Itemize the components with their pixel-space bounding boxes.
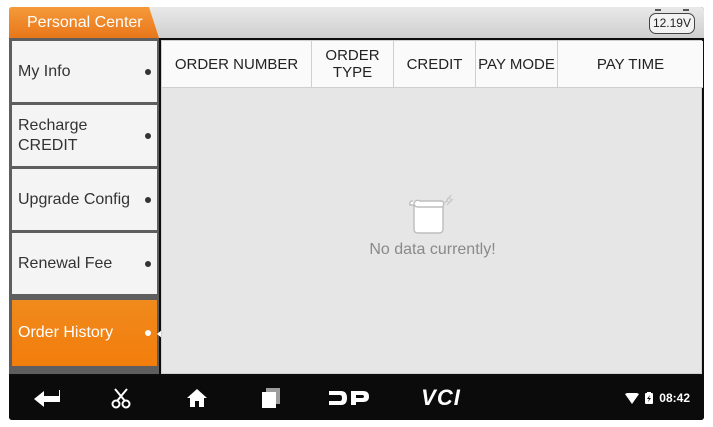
column-header-order-number: ORDER NUMBER: [162, 41, 312, 87]
wifi-icon: [625, 392, 640, 404]
sidebar-item-renewal-fee[interactable]: Renewal Fee: [12, 233, 157, 294]
battery-charging-icon: [645, 392, 654, 404]
column-header-credit: CREDIT: [394, 41, 476, 87]
sidebar-item-label: Recharge CREDIT: [18, 116, 88, 154]
bullet-icon: [145, 132, 151, 139]
screenshot-button[interactable]: [103, 376, 139, 420]
vci-button[interactable]: VCI: [411, 376, 471, 420]
column-header-pay-mode: PAY MODE: [476, 41, 558, 87]
battery-voltage-indicator: 12.19V: [648, 9, 695, 34]
order-history-panel: ORDER NUMBER ORDER TYPE CREDIT PAY MODE …: [161, 40, 703, 374]
clock: 08:42: [659, 391, 690, 405]
back-button[interactable]: [27, 376, 67, 420]
empty-document-icon: [409, 194, 454, 234]
sidebar-item-label: My Info: [18, 62, 71, 80]
sidebar-item-label: Upgrade Config: [18, 190, 131, 208]
recent-apps-icon: [262, 388, 280, 408]
sidebar-item-recharge-credit[interactable]: Recharge CREDIT: [12, 105, 157, 166]
page-title: Personal Center: [9, 7, 159, 38]
bullet-icon: [145, 68, 151, 75]
sidebar-item-order-history[interactable]: Order History: [12, 300, 157, 366]
bullet-icon: [145, 330, 151, 336]
table-header: ORDER NUMBER ORDER TYPE CREDIT PAY MODE …: [162, 41, 703, 88]
bullet-icon: [145, 260, 151, 267]
device-screen: Personal Center 12.19V My Info Recharge …: [9, 7, 704, 420]
sidebar-item-upgrade-config[interactable]: Upgrade Config: [12, 169, 157, 230]
home-icon: [187, 389, 207, 407]
status-area: 08:42: [625, 376, 690, 420]
scissors-icon: [111, 388, 131, 409]
column-header-pay-time: PAY TIME: [596, 55, 665, 73]
sidebar-item-label: Renewal Fee: [18, 254, 113, 272]
dp-logo-icon: [329, 391, 369, 405]
sidebar-item-my-info[interactable]: My Info: [12, 41, 157, 102]
back-icon: [34, 390, 60, 407]
sidebar-item-label: Order History: [18, 324, 114, 341]
dp-button[interactable]: [325, 376, 373, 420]
home-button[interactable]: [179, 376, 215, 420]
recent-apps-button[interactable]: [253, 376, 289, 420]
title-bar: Personal Center 12.19V: [9, 7, 704, 38]
bullet-icon: [145, 196, 151, 203]
column-header-order-type: ORDER TYPE: [312, 41, 394, 87]
system-navbar: VCI 08:42: [9, 376, 704, 420]
sidebar: My Info Recharge CREDIT Upgrade Config R…: [9, 38, 163, 374]
vci-icon: VCI: [421, 385, 461, 410]
empty-state-message: No data currently!: [369, 241, 496, 258]
